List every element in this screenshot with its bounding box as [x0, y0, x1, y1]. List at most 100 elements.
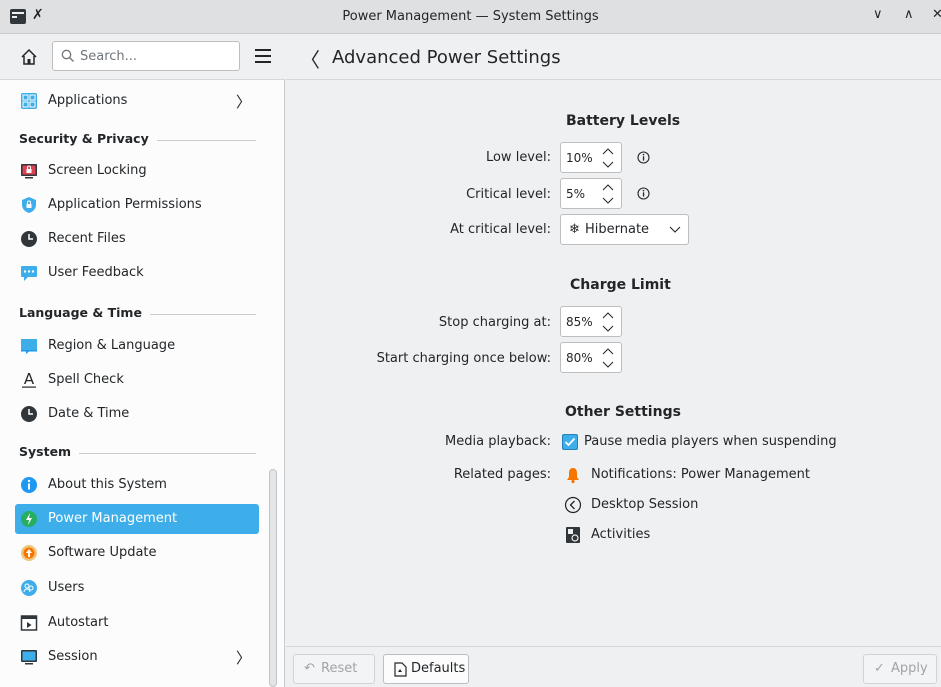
chevron-right-icon: 〉 — [235, 649, 251, 667]
at-critical-level-value: Hibernate — [585, 222, 650, 237]
shield-icon — [22, 197, 36, 213]
power-icon — [21, 511, 37, 527]
related-page-label: Activities — [591, 527, 651, 542]
category-language-time: Language & Time — [19, 305, 256, 325]
start-charging-label: Start charging once below: — [376, 351, 551, 366]
sidebar-item-date-time[interactable]: Date & Time — [15, 399, 259, 429]
sidebar-item-recent-files[interactable]: Recent Files — [15, 224, 259, 254]
sidebar-item-label: Applications — [48, 93, 128, 108]
chevron-down-icon — [669, 226, 681, 233]
sidebar-item-label: User Feedback — [48, 265, 144, 280]
apply-button[interactable]: ✓ Apply — [863, 654, 937, 684]
at-critical-level-label: At critical level: — [450, 222, 551, 237]
sidebar-item-applications[interactable]: Applications 〉 — [15, 86, 259, 116]
battery-levels-heading: Battery Levels — [566, 113, 681, 129]
sidebar: Applications 〉 Security & Privacy Screen… — [0, 35, 285, 687]
sidebar-item-screen-locking[interactable]: Screen Locking — [15, 156, 259, 186]
category-system: System — [19, 444, 256, 464]
sidebar-item-spell-check[interactable]: A Spell Check — [15, 365, 259, 395]
svg-text:A: A — [24, 371, 35, 388]
pause-media-checkbox[interactable] — [562, 434, 578, 450]
at-critical-level-dropdown[interactable]: ❄ Hibernate — [560, 214, 689, 245]
sidebar-item-label: Screen Locking — [48, 163, 147, 178]
sidebar-item-label: Software Update — [48, 545, 157, 560]
category-security-privacy: Security & Privacy — [19, 131, 256, 151]
activities-icon — [566, 527, 580, 543]
info-icon[interactable] — [637, 151, 650, 164]
update-icon — [21, 545, 37, 561]
users-icon — [21, 580, 37, 596]
related-page-label: Notifications: Power Management — [591, 467, 810, 482]
defaults-button[interactable]: Defaults — [383, 654, 469, 684]
spin-arrows-icon[interactable] — [601, 310, 615, 334]
title-bar: ✗ Power Management — System Settings ∨ ∧… — [0, 0, 941, 34]
sidebar-item-label: Session — [48, 649, 98, 664]
reset-button[interactable]: ↶ Reset — [293, 654, 375, 684]
chevron-right-icon: 〉 — [235, 93, 251, 111]
main-header: 〈 Advanced Power Settings — [286, 35, 941, 80]
critical-level-label: Critical level: — [466, 187, 551, 202]
low-level-spinbox[interactable]: 10% — [560, 142, 622, 173]
critical-level-spinbox[interactable]: 5% — [560, 178, 622, 209]
sidebar-item-users[interactable]: Users — [15, 573, 259, 603]
sidebar-item-label: Date & Time — [48, 406, 130, 421]
check-icon: ✓ — [874, 661, 885, 676]
sidebar-item-autostart[interactable]: Autostart — [15, 608, 259, 638]
page-title: Advanced Power Settings — [332, 47, 561, 68]
sidebar-item-power-management[interactable]: Power Management — [15, 504, 259, 534]
start-charging-spinbox[interactable]: 80% — [560, 342, 622, 373]
low-level-value: 10% — [566, 151, 593, 165]
spin-arrows-icon[interactable] — [601, 346, 615, 370]
document-defaults-icon — [394, 662, 407, 677]
search-field[interactable] — [52, 41, 240, 71]
sidebar-item-session[interactable]: Session 〉 — [15, 642, 259, 672]
sidebar-scrollbar[interactable] — [269, 469, 277, 687]
related-page-label: Desktop Session — [591, 497, 699, 512]
sidebar-item-software-update[interactable]: Software Update — [15, 538, 259, 568]
applications-grid-icon — [21, 93, 37, 109]
maximize-button[interactable]: ∧ — [904, 7, 914, 22]
sidebar-item-label: Autostart — [48, 615, 109, 630]
back-circle-icon — [564, 496, 582, 514]
hibernate-icon: ❄ — [569, 222, 580, 237]
minimize-button[interactable]: ∨ — [873, 7, 883, 22]
sidebar-item-label: Spell Check — [48, 372, 124, 387]
pause-media-checkbox-label[interactable]: Pause media players when suspending — [584, 434, 837, 449]
sidebar-item-label: About this System — [48, 477, 167, 492]
close-button[interactable]: ✕ — [932, 7, 941, 22]
spell-check-icon: A — [22, 371, 36, 388]
info-icon[interactable] — [637, 187, 650, 200]
main-content: Battery Levels Low level: 10% Critical l… — [286, 81, 941, 646]
other-settings-heading: Other Settings — [565, 404, 681, 420]
stop-charging-spinbox[interactable]: 85% — [560, 306, 622, 337]
screen-lock-icon — [21, 164, 37, 179]
related-pages-label: Related pages: — [453, 467, 551, 482]
hamburger-menu-icon[interactable] — [255, 49, 271, 63]
home-icon[interactable] — [20, 48, 38, 66]
bell-icon — [567, 468, 579, 484]
search-input[interactable] — [80, 47, 230, 65]
undo-icon: ↶ — [304, 661, 315, 676]
flag-icon — [21, 339, 37, 354]
feedback-chat-icon — [21, 266, 37, 281]
autostart-icon — [20, 615, 38, 631]
sidebar-header — [0, 35, 285, 80]
stop-charging-label: Stop charging at: — [438, 315, 551, 330]
footer-bar: ↶ Reset Defaults ✓ Apply — [286, 646, 941, 687]
start-charging-value: 80% — [566, 351, 593, 365]
sidebar-item-label: Application Permissions — [48, 197, 202, 212]
sidebar-item-label: Power Management — [48, 511, 178, 526]
sidebar-item-about-this-system[interactable]: About this System — [15, 470, 259, 500]
spin-arrows-icon[interactable] — [601, 182, 615, 206]
back-button[interactable]: 〈 — [300, 44, 320, 73]
sidebar-item-region-language[interactable]: Region & Language — [15, 331, 259, 361]
session-monitor-icon — [21, 650, 37, 665]
charge-limit-heading: Charge Limit — [570, 277, 671, 293]
sidebar-item-user-feedback[interactable]: User Feedback — [15, 258, 259, 288]
sidebar-item-label: Users — [48, 580, 85, 595]
spin-arrows-icon[interactable] — [601, 146, 615, 170]
sidebar-item-label: Recent Files — [48, 231, 126, 246]
media-playback-label: Media playback: — [445, 434, 551, 449]
sidebar-item-application-permissions[interactable]: Application Permissions — [15, 190, 259, 220]
checkmark-icon — [564, 437, 576, 447]
